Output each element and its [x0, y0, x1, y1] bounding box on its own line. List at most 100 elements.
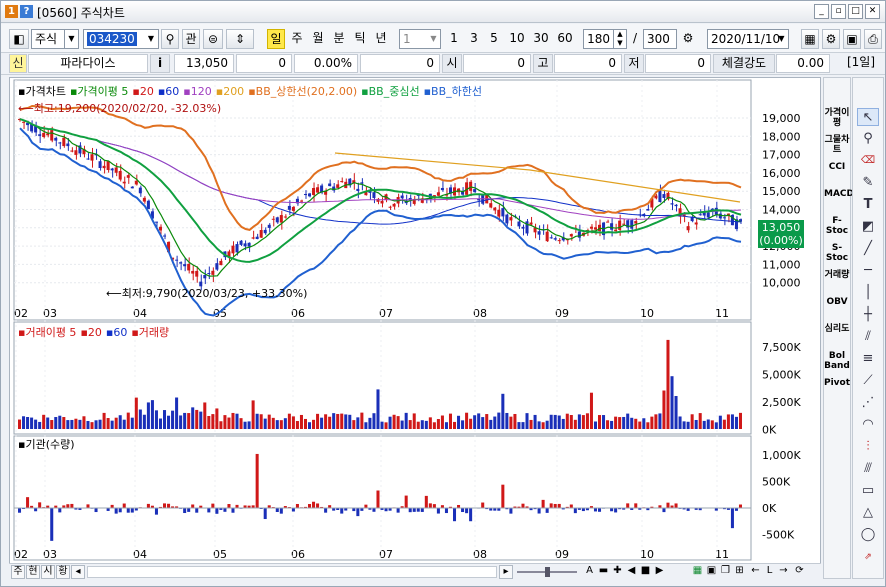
indicator-button[interactable]: 심리도 — [824, 324, 850, 334]
date-input[interactable]: 2020/11/10 ▼ — [707, 29, 789, 49]
price-legend-item[interactable]: ▪200 — [216, 85, 244, 98]
interval-60-button[interactable]: 60 — [554, 29, 576, 49]
auto-line-icon[interactable]: ⇗ — [857, 548, 879, 566]
total-count-input[interactable]: 300 — [643, 29, 677, 49]
price-legend-item[interactable]: ▪120 — [183, 85, 211, 98]
spin-icon[interactable]: ▲ ▼ — [613, 30, 626, 48]
arrow-left-icon[interactable]: ← — [749, 565, 762, 579]
stop-icon[interactable]: ■ — [639, 565, 652, 579]
zoom-slider[interactable] — [517, 566, 577, 578]
price-legend-item[interactable]: ▪BB_중심선 — [361, 85, 419, 98]
fan-icon[interactable]: ⋰ — [857, 394, 879, 412]
price-legend-item[interactable]: ▪BB_상한선(20,2.00) — [248, 85, 357, 98]
ellipse-icon[interactable]: ◯ — [857, 526, 879, 544]
indicator-button[interactable]: Pivot — [824, 378, 850, 388]
font-size-icon[interactable]: A — [583, 565, 596, 579]
copy-icon[interactable]: ❐ — [719, 565, 732, 579]
interval-30-button[interactable]: 30 — [530, 29, 552, 49]
chart-canvas[interactable]: 19,000 18,000 17,000 16,000 15,000 14,000 13,0… — [10, 78, 820, 563]
period-week-button[interactable]: 주 — [288, 29, 306, 49]
settings-icon[interactable]: ⚙ — [679, 29, 697, 49]
market-select[interactable]: 주식 ▼ — [31, 29, 79, 49]
scroll-left-icon[interactable]: ◂ — [71, 565, 85, 579]
interval-1-button[interactable]: 1 — [446, 29, 462, 49]
cross-line-icon[interactable]: ┼ — [857, 306, 879, 324]
interval-3-button[interactable]: 3 — [466, 29, 482, 49]
help-icon[interactable]: ? — [20, 5, 33, 18]
panel-toggle-icon[interactable]: ◧ — [9, 29, 29, 49]
channel-icon[interactable]: ⫽ — [857, 328, 879, 346]
period-minute-button[interactable]: 분 — [330, 29, 348, 49]
all-clear-icon[interactable]: ⌫ — [857, 152, 879, 170]
trendline-icon[interactable]: ╱ — [857, 240, 879, 258]
prev-icon[interactable]: ◀ — [625, 565, 638, 579]
period-month-button[interactable]: 월 — [309, 29, 327, 49]
link-icon[interactable]: ⊜ — [203, 29, 223, 49]
interval-select[interactable]: 1 ▼ — [399, 29, 441, 49]
eraser-icon[interactable]: ✎ — [857, 174, 879, 192]
chart-area[interactable]: 19,000 18,000 17,000 16,000 15,000 14,000 13,0… — [9, 77, 821, 579]
fibonacci-icon[interactable]: ≡ — [857, 350, 879, 368]
arc-icon[interactable]: ◠ — [857, 416, 879, 434]
screen-number-badge[interactable]: 1 — [5, 5, 18, 18]
period-year-button[interactable]: 년 — [372, 29, 390, 49]
close-icon[interactable]: ✕ — [865, 4, 880, 19]
gann-icon[interactable]: ⟋ — [857, 372, 879, 390]
count-input[interactable]: 180 ▲ ▼ — [583, 29, 627, 49]
price-legend-item[interactable]: ▪20 — [132, 85, 153, 98]
search-icon[interactable]: ⚲ — [161, 29, 179, 49]
indicator-button[interactable]: CCI — [824, 162, 850, 172]
indicator-button[interactable]: 그물차트 — [824, 135, 850, 155]
volume-legend-item[interactable]: ▪거래량 — [131, 326, 169, 339]
cursor-icon[interactable]: ↖ — [857, 108, 879, 126]
stepper-icon[interactable]: ⇕ — [226, 29, 254, 49]
scale-icon[interactable]: L — [763, 565, 776, 579]
period-day-button[interactable]: 일 — [267, 29, 285, 49]
maximize-icon[interactable]: □ — [848, 4, 863, 19]
minimize-icon[interactable]: _ — [814, 4, 829, 19]
period-tick-button[interactable]: 틱 — [351, 29, 369, 49]
tab-ju[interactable]: 주 — [11, 565, 25, 579]
cycle-icon[interactable]: ⫶ — [857, 438, 879, 456]
triangle-icon[interactable]: △ — [857, 504, 879, 522]
indicator-button[interactable]: OBV — [824, 297, 850, 307]
parallel-icon[interactable]: ⫻ — [857, 460, 879, 478]
stock-code-input[interactable]: 034230 ▼ — [83, 29, 159, 49]
price-legend-item[interactable]: ▪60 — [158, 85, 179, 98]
zoom-out-icon[interactable]: ▬ — [597, 565, 610, 579]
tab-hwang[interactable]: 황 — [56, 565, 70, 579]
print-icon[interactable]: ⎙ — [864, 29, 882, 49]
zoom-icon[interactable]: ⚲ — [857, 130, 879, 148]
grid-icon[interactable]: ⊞ — [733, 565, 746, 579]
indicator-button[interactable]: MACD — [824, 189, 854, 199]
indicator-button[interactable]: S-Stoc — [824, 243, 850, 263]
interest-button[interactable]: 관 — [182, 29, 200, 49]
rectangle-icon[interactable]: ▭ — [857, 482, 879, 500]
save-icon[interactable]: ▣ — [843, 29, 861, 49]
volume-legend-item[interactable]: ▪20 — [80, 326, 101, 339]
price-legend-item[interactable]: ▪가격이평 5 — [70, 85, 128, 98]
arrow-right-icon[interactable]: → — [777, 565, 790, 579]
indicator-button[interactable]: 가격이평 — [824, 108, 850, 128]
interval-10-button[interactable]: 10 — [506, 29, 528, 49]
restore-icon[interactable]: ▫ — [831, 4, 846, 19]
scroll-right-icon[interactable]: ▸ — [499, 565, 513, 579]
fill-icon[interactable]: ◩ — [857, 218, 879, 236]
tab-hyun[interactable]: 현 — [26, 565, 40, 579]
horizontal-line-icon[interactable]: ─ — [857, 262, 879, 280]
zoom-in-icon[interactable]: ✚ — [611, 565, 624, 579]
gear-icon[interactable]: ⚙ — [822, 29, 840, 49]
info-icon[interactable]: i — [150, 54, 170, 73]
indicator-button[interactable]: 거래량 — [824, 270, 850, 280]
price-legend-item[interactable]: ▪가격차트 — [18, 85, 66, 98]
vertical-line-icon[interactable]: │ — [857, 284, 879, 302]
tab-si[interactable]: 시 — [41, 565, 55, 579]
indicator-button[interactable]: F-Stoc — [824, 216, 850, 236]
volume-legend-item[interactable]: ▪거래이평 5 — [18, 326, 76, 339]
excel-icon[interactable]: ▦ — [691, 565, 704, 579]
institution-legend-item[interactable]: ▪기관(수량) — [18, 438, 75, 451]
indicator-button[interactable]: Bol Band — [824, 351, 850, 371]
chart-type-icon[interactable]: ▦ — [801, 29, 819, 49]
volume-legend-item[interactable]: ▪60 — [106, 326, 127, 339]
play-icon[interactable]: ▶ — [653, 565, 666, 579]
